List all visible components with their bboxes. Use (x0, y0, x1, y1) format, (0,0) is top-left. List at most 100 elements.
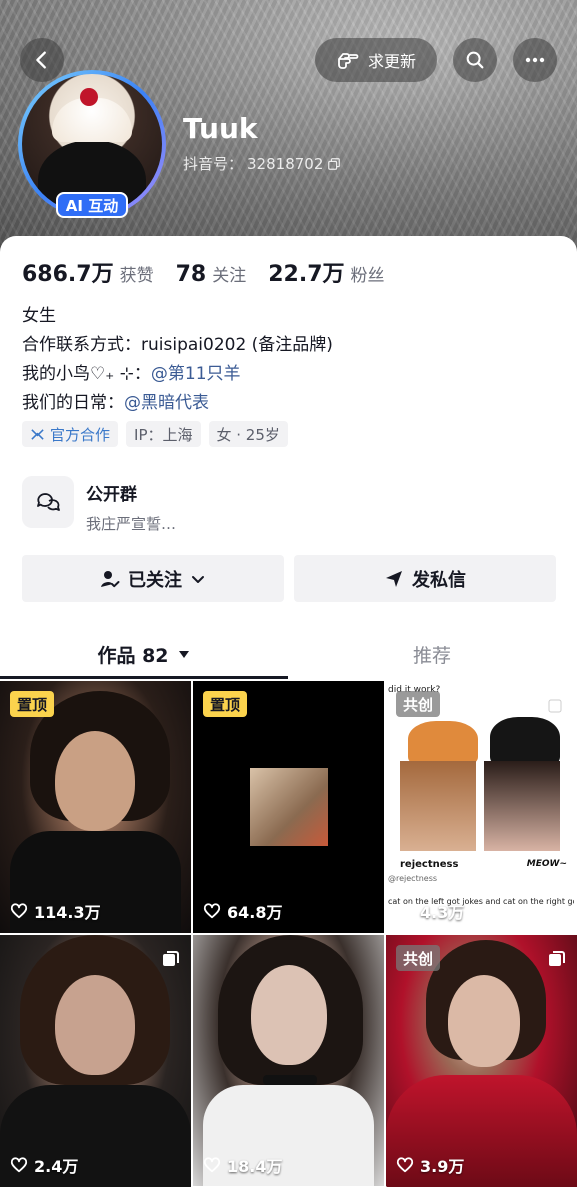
heart-icon (396, 1157, 414, 1173)
like-count-value: 64.8万 (227, 903, 283, 922)
like-count: 18.4万 (203, 1153, 282, 1177)
more-button[interactable] (513, 38, 557, 82)
tile-cat-orange (408, 721, 478, 766)
tile-photo-shape (250, 768, 328, 846)
home-indicator (190, 1186, 388, 1192)
stat-likes[interactable]: 686.7万 获赞 (22, 256, 154, 288)
heart-icon (396, 903, 414, 919)
video-tile[interactable]: 共创 3.9万 (386, 935, 577, 1187)
stat-followers[interactable]: 22.7万 粉丝 (268, 256, 384, 288)
bio-line-2: 合作联系方式：ruisipai0202 (备注品牌) (22, 335, 333, 355)
heart-icon (203, 903, 221, 919)
tile-caption-meow: MEOW~ (526, 859, 567, 869)
tile-caption-handle: @rejectness (388, 874, 438, 883)
like-count: 3.9万 (396, 1153, 464, 1177)
public-group[interactable]: 公开群 我庄严宣誓… (22, 476, 176, 534)
pinned-badge: 置顶 (10, 691, 55, 717)
video-tile[interactable]: 2.4万 (0, 935, 191, 1187)
group-icon-box (22, 476, 74, 528)
stat-likes-value: 686.7万 (22, 262, 114, 287)
tile-face-left (400, 761, 476, 851)
tile-face-shape (448, 975, 520, 1067)
stat-following-label: 关注 (212, 266, 247, 286)
bio-line-1: 女生 (22, 306, 56, 326)
heart-icon (10, 903, 28, 919)
copy-icon[interactable] (327, 157, 341, 171)
like-count-value: 2.4万 (34, 1157, 79, 1176)
stat-following[interactable]: 78 关注 (176, 261, 247, 287)
multi-image-icon (549, 951, 565, 966)
search-button[interactable] (453, 38, 497, 82)
like-count-value: 4.3万 (420, 903, 465, 922)
video-tile[interactable]: did it work? rejectness @rejectness MEOW… (386, 681, 577, 933)
hand-point-icon (338, 53, 359, 69)
official-collab-tag[interactable]: 官方合作 (22, 421, 119, 447)
chat-bubbles-icon (37, 493, 60, 511)
ip-tag: IP：上海 (126, 421, 201, 447)
stat-followers-label: 粉丝 (350, 266, 385, 286)
cocreate-badge: 共创 (396, 945, 441, 971)
tab-works-label: 作品 82 (97, 644, 169, 667)
cocreate-badge: 共创 (396, 691, 441, 717)
following-label: 已关注 (128, 569, 182, 591)
like-count-value: 114.3万 (34, 903, 101, 922)
bio-line-3-text: 我的小鸟♡₊ ⊹： (22, 364, 151, 384)
back-button[interactable] (20, 38, 64, 82)
action-buttons: 已关注 发私信 (22, 555, 556, 602)
like-count: 4.3万 (396, 899, 464, 923)
avatar-cherry-shape (80, 88, 98, 106)
mention-link-1[interactable]: @第11只羊 (151, 364, 241, 384)
official-collab-label: 官方合作 (50, 425, 111, 444)
group-subtitle: 我庄严宣誓… (86, 515, 177, 533)
bio-line-4-text: 我们的日常： (22, 393, 124, 413)
like-count: 2.4万 (10, 1153, 78, 1177)
tab-works[interactable]: 作品 82 (0, 630, 288, 678)
douyin-id-value: 32818702 (247, 154, 324, 173)
more-icon (525, 57, 545, 63)
pinned-badge: 置顶 (203, 691, 248, 717)
douyin-id-label: 抖音号： (183, 155, 244, 173)
group-title: 公开群 (86, 485, 137, 505)
like-count-value: 3.9万 (420, 1157, 465, 1176)
bio: 女生 合作联系方式：ruisipai0202 (备注品牌) 我的小鸟♡₊ ⊹：@… (22, 302, 333, 418)
mention-link-2[interactable]: @黑暗代表 (124, 393, 209, 413)
message-button[interactable]: 发私信 (294, 555, 556, 602)
following-button[interactable]: 已关注 (22, 555, 284, 602)
user-check-icon (101, 570, 120, 587)
search-icon (466, 51, 484, 69)
tile-face-shape (55, 731, 135, 831)
heart-icon (10, 1157, 28, 1173)
like-count: 64.8万 (203, 899, 282, 923)
tile-cat-black (490, 717, 560, 767)
request-update-label: 求更新 (367, 52, 416, 71)
douyin-id[interactable]: 抖音号： 32818702 (183, 153, 341, 174)
tile-caption-name: rejectness (400, 859, 459, 870)
caret-down-icon (178, 651, 189, 658)
tab-recommend-label: 推荐 (412, 644, 451, 667)
heart-icon (203, 1157, 221, 1173)
tile-face-shape (55, 975, 135, 1075)
official-icon (31, 428, 44, 440)
gender-age-tag: 女 · 25岁 (208, 421, 288, 447)
request-update-button[interactable]: 求更新 (315, 38, 437, 82)
content-tabs: 作品 82 推荐 (0, 630, 577, 678)
multi-image-icon (163, 951, 179, 966)
back-arrow-icon (36, 51, 46, 69)
tile-choker-shape (263, 1075, 317, 1085)
chevron-down-icon (192, 575, 204, 583)
video-grid: 置顶 114.3万 置顶 64.8万 did it work? rejectne… (0, 681, 577, 1187)
tile-face-shape (251, 965, 327, 1065)
stats-row: 686.7万 获赞 78 关注 22.7万 粉丝 (22, 256, 385, 288)
stat-likes-label: 获赞 (119, 266, 154, 286)
stat-following-value: 78 (175, 262, 207, 287)
like-count: 114.3万 (10, 899, 101, 923)
message-label: 发私信 (412, 569, 466, 591)
bio-line-3: 我的小鸟♡₊ ⊹：@第11只羊 (22, 360, 333, 389)
bio-line-4: 我们的日常：@黑暗代表 (22, 389, 333, 418)
profile-name: Tuuk (183, 112, 258, 145)
ai-interact-badge[interactable]: AI 互动 (56, 192, 128, 218)
video-tile[interactable]: 置顶 64.8万 (193, 681, 384, 933)
tab-recommend[interactable]: 推荐 (288, 630, 576, 678)
video-tile[interactable]: 18.4万 (193, 935, 384, 1187)
video-tile[interactable]: 置顶 114.3万 (0, 681, 191, 933)
